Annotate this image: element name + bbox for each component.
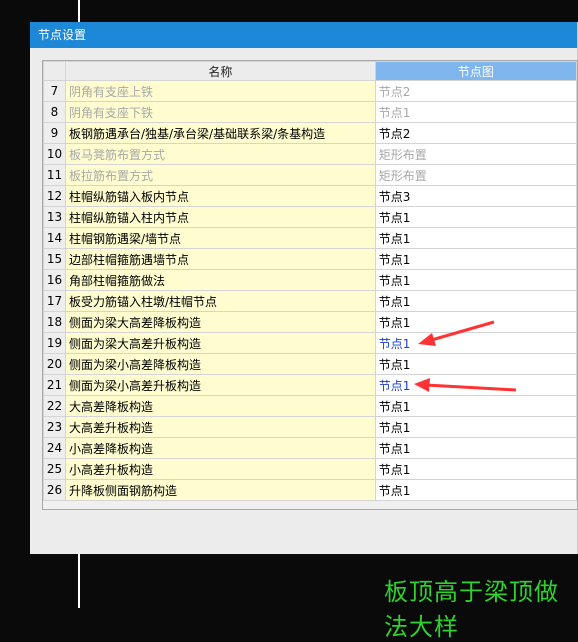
row-name-cell: 板受力筋锚入柱墩/柱帽节点 bbox=[64, 290, 376, 312]
table-row[interactable]: 7 阴角有支座上铁 节点2 bbox=[43, 80, 577, 102]
row-index: 21 bbox=[43, 374, 66, 396]
row-index: 22 bbox=[43, 395, 66, 417]
row-node-cell[interactable]: 节点1 bbox=[374, 353, 577, 375]
row-index: 16 bbox=[43, 269, 66, 291]
row-node-cell[interactable]: 矩形布置 bbox=[374, 143, 577, 165]
row-index: 8 bbox=[43, 101, 66, 123]
row-node-cell[interactable]: 节点1 bbox=[374, 416, 577, 438]
table-row[interactable]: 25 小高差升板构造 节点1 bbox=[43, 458, 577, 480]
node-settings-dialog: 节点设置 名称 节点图 7 阴角有支座上铁 节点2 8 阴角有支座下铁 节点1 9 板钢筋遇承… bbox=[30, 22, 578, 554]
node-settings-grid[interactable]: 名称 节点图 7 阴角有支座上铁 节点2 8 阴角有支座下铁 节点1 9 板钢筋遇承台/独基/… bbox=[42, 60, 578, 510]
table-row[interactable]: 9 板钢筋遇承台/独基/承台梁/基础联系梁/条基构造 节点2 bbox=[43, 122, 577, 144]
table-row[interactable]: 8 阴角有支座下铁 节点1 bbox=[43, 101, 577, 123]
row-index: 17 bbox=[43, 290, 66, 312]
table-row[interactable]: 20 侧面为梁小高差降板构造 节点1 bbox=[43, 353, 577, 375]
table-row[interactable]: 21 侧面为梁小高差升板构造 节点1 bbox=[43, 374, 577, 396]
row-index: 18 bbox=[43, 311, 66, 333]
table-row[interactable]: 14 柱帽钢筋遇梁/墙节点 节点1 bbox=[43, 227, 577, 249]
row-index: 11 bbox=[43, 164, 66, 186]
row-node-cell[interactable]: 节点1 bbox=[374, 227, 577, 249]
background-line-top bbox=[78, 0, 80, 22]
table-row[interactable]: 12 柱帽纵筋锚入板内节点 节点3 bbox=[43, 185, 577, 207]
row-name-cell: 板钢筋遇承台/独基/承台梁/基础联系梁/条基构造 bbox=[64, 122, 376, 144]
table-row[interactable]: 23 大高差升板构造 节点1 bbox=[43, 416, 577, 438]
row-name-cell: 柱帽纵筋锚入板内节点 bbox=[64, 185, 376, 207]
row-index: 20 bbox=[43, 353, 66, 375]
row-index: 10 bbox=[43, 143, 66, 165]
row-name-cell: 侧面为梁大高差降板构造 bbox=[64, 311, 376, 333]
annotation-caption: 板顶高于梁顶做法大样 bbox=[384, 578, 559, 641]
row-index: 19 bbox=[43, 332, 66, 354]
row-node-cell[interactable]: 节点2 bbox=[374, 122, 577, 144]
row-index: 26 bbox=[43, 479, 66, 501]
row-index: 12 bbox=[43, 185, 66, 207]
row-node-cell[interactable]: 节点1 bbox=[374, 269, 577, 291]
row-name-cell: 小高差降板构造 bbox=[64, 437, 376, 459]
row-index: 23 bbox=[43, 416, 66, 438]
row-node-cell[interactable]: 节点1 bbox=[374, 458, 577, 480]
row-node-cell[interactable]: 节点1 bbox=[374, 206, 577, 228]
table-row[interactable]: 26 升降板侧面钢筋构造 节点1 bbox=[43, 479, 577, 501]
row-node-cell[interactable]: 节点1 bbox=[374, 395, 577, 417]
background-line-bottom bbox=[78, 554, 80, 608]
row-index: 13 bbox=[43, 206, 66, 228]
column-header-name[interactable]: 名称 bbox=[64, 61, 376, 81]
row-index: 15 bbox=[43, 248, 66, 270]
row-name-cell: 板马凳筋布置方式 bbox=[64, 143, 376, 165]
row-name-cell: 柱帽钢筋遇梁/墙节点 bbox=[64, 227, 376, 249]
row-index: 7 bbox=[43, 80, 66, 102]
table-header-row: 名称 节点图 bbox=[43, 61, 577, 81]
corner-header bbox=[43, 61, 66, 81]
row-name-cell: 边部柱帽箍筋遇墙节点 bbox=[64, 248, 376, 270]
table-row[interactable]: 10 板马凳筋布置方式 矩形布置 bbox=[43, 143, 577, 165]
row-node-cell[interactable]: 节点1 bbox=[374, 248, 577, 270]
row-name-cell: 阴角有支座下铁 bbox=[64, 101, 376, 123]
row-name-cell: 板拉筋布置方式 bbox=[64, 164, 376, 186]
row-node-cell[interactable]: 节点1 bbox=[374, 290, 577, 312]
row-node-cell[interactable]: 节点1 bbox=[374, 311, 577, 333]
row-node-cell[interactable]: 节点1 bbox=[374, 437, 577, 459]
column-header-node[interactable]: 节点图 bbox=[374, 61, 577, 81]
row-name-cell: 侧面为梁小高差升板构造 bbox=[64, 374, 376, 396]
row-index: 25 bbox=[43, 458, 66, 480]
row-name-cell: 升降板侧面钢筋构造 bbox=[64, 479, 376, 501]
table-row[interactable]: 19 侧面为梁大高差升板构造 节点1 bbox=[43, 332, 577, 354]
row-name-cell: 柱帽纵筋锚入柱内节点 bbox=[64, 206, 376, 228]
row-name-cell: 阴角有支座上铁 bbox=[64, 80, 376, 102]
table-row[interactable]: 22 大高差降板构造 节点1 bbox=[43, 395, 577, 417]
table-row[interactable]: 17 板受力筋锚入柱墩/柱帽节点 节点1 bbox=[43, 290, 577, 312]
table-row[interactable]: 16 角部柱帽箍筋做法 节点1 bbox=[43, 269, 577, 291]
row-name-cell: 侧面为梁大高差升板构造 bbox=[64, 332, 376, 354]
row-node-cell[interactable]: 节点1 bbox=[374, 101, 577, 123]
row-node-cell[interactable]: 矩形布置 bbox=[374, 164, 577, 186]
row-name-cell: 侧面为梁小高差降板构造 bbox=[64, 353, 376, 375]
row-name-cell: 小高差升板构造 bbox=[64, 458, 376, 480]
row-node-cell[interactable]: 节点1 bbox=[374, 332, 577, 354]
row-node-cell[interactable]: 节点1 bbox=[374, 479, 577, 501]
table-row[interactable]: 13 柱帽纵筋锚入柱内节点 节点1 bbox=[43, 206, 577, 228]
row-name-cell: 角部柱帽箍筋做法 bbox=[64, 269, 376, 291]
table-row[interactable]: 15 边部柱帽箍筋遇墙节点 节点1 bbox=[43, 248, 577, 270]
node-settings-table: 名称 节点图 7 阴角有支座上铁 节点2 8 阴角有支座下铁 节点1 9 板钢筋遇承台/独基/… bbox=[43, 61, 577, 501]
row-node-cell[interactable]: 节点1 bbox=[374, 374, 577, 396]
row-node-cell[interactable]: 节点2 bbox=[374, 80, 577, 102]
table-row[interactable]: 18 侧面为梁大高差降板构造 节点1 bbox=[43, 311, 577, 333]
table-row[interactable]: 24 小高差降板构造 节点1 bbox=[43, 437, 577, 459]
table-row[interactable]: 11 板拉筋布置方式 矩形布置 bbox=[43, 164, 577, 186]
row-index: 24 bbox=[43, 437, 66, 459]
dialog-title: 节点设置 bbox=[30, 22, 577, 48]
row-name-cell: 大高差升板构造 bbox=[64, 416, 376, 438]
row-name-cell: 大高差降板构造 bbox=[64, 395, 376, 417]
row-index: 9 bbox=[43, 122, 66, 144]
row-index: 14 bbox=[43, 227, 66, 249]
row-node-cell[interactable]: 节点3 bbox=[374, 185, 577, 207]
